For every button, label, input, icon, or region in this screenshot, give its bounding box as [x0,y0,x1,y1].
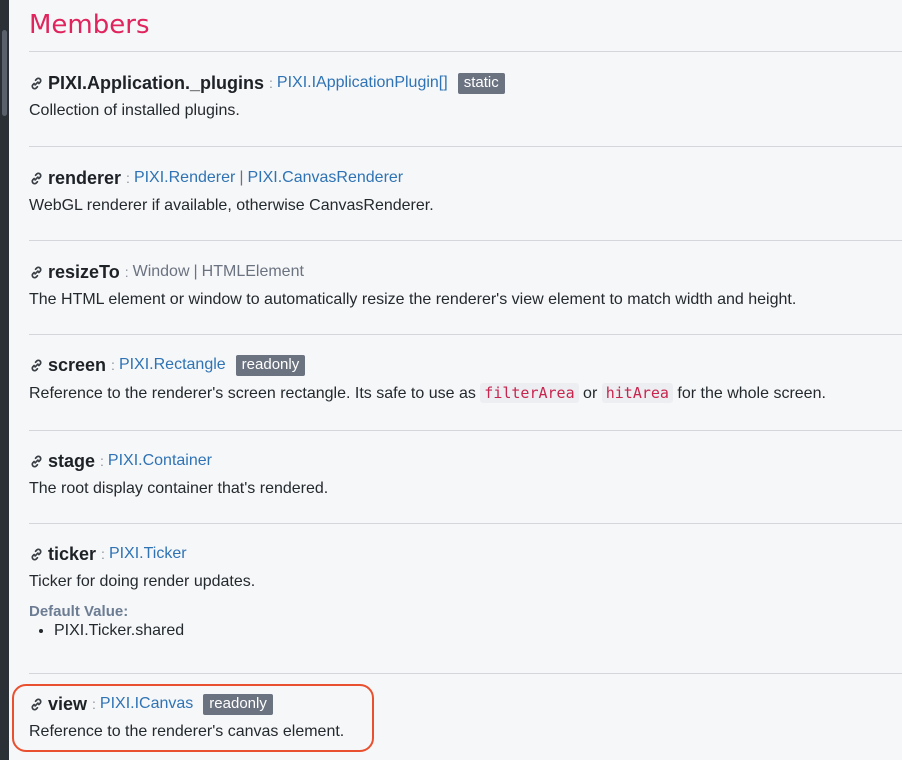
highlight-annotation [12,684,374,752]
member-name[interactable]: screen [48,355,106,376]
type-name: Window [132,263,190,280]
type-union-separator: | [239,169,244,186]
member-ticker: ticker : PIXI.Ticker Ticker for doing re… [29,541,902,640]
divider [29,51,902,52]
divider [29,523,902,524]
member-resizeto: resizeTo : Window | HTMLElement The HTML… [29,259,902,309]
type-separator: : [126,170,130,186]
link-icon[interactable] [29,76,44,91]
member-header: resizeTo : Window | HTMLElement [29,259,902,285]
link-icon[interactable] [29,265,44,280]
member-header: ticker : PIXI.Ticker [29,541,902,567]
default-value-item: PIXI.Ticker.shared [54,622,902,640]
type-separator: : [269,75,273,91]
description-text: for the whole screen. [672,385,826,402]
sidebar-scrollbar-thumb[interactable] [2,30,7,116]
member-description: The root display container that's render… [29,480,329,497]
description-text: Reference to the renderer's screen recta… [29,385,481,402]
link-icon[interactable] [29,358,44,373]
divider [29,334,902,335]
member-description: Reference to the renderer's screen recta… [29,383,902,403]
inline-code-filterarea: filterArea [480,383,579,403]
section-title: Members [29,10,150,40]
type-separator: : [101,546,105,562]
default-value-label: Default Value: [29,603,129,620]
member-header: PIXI.Application._plugins : PIXI.IApplic… [29,70,902,96]
type-separator: : [111,357,115,373]
type-link[interactable]: PIXI.Rectangle [119,356,226,374]
member-name[interactable]: resizeTo [48,262,120,283]
divider [29,673,902,674]
link-icon[interactable] [29,171,44,186]
member-name[interactable]: ticker [48,544,96,565]
divider [29,240,902,241]
sidebar-edge [0,0,9,760]
member-description: The HTML element or window to automatica… [29,291,797,308]
member-description: WebGL renderer if available, otherwise C… [29,197,434,214]
description-text: or [578,385,602,402]
type-link[interactable]: PIXI.CanvasRenderer [247,169,403,187]
divider [29,430,902,431]
type-link[interactable]: PIXI.Container [108,452,212,470]
type-union-separator: | [193,263,198,280]
type-link[interactable]: PIXI.IApplicationPlugin[] [277,74,448,92]
member-header: screen : PIXI.Rectangle readonly [29,352,902,378]
member-description: Collection of installed plugins. [29,102,240,119]
type-name: HTMLElement [201,263,304,280]
readonly-badge: readonly [235,354,306,376]
member-screen: screen : PIXI.Rectangle readonly Referen… [29,352,902,403]
member-name[interactable]: stage [48,451,95,472]
member-name[interactable]: renderer [48,168,121,189]
static-badge: static [457,72,505,94]
member-renderer: renderer : PIXI.Renderer | PIXI.CanvasRe… [29,165,902,215]
member-stage: stage : PIXI.Container The root display … [29,448,902,498]
link-icon[interactable] [29,547,44,562]
member-plugins: PIXI.Application._plugins : PIXI.IApplic… [29,70,902,120]
member-description: Ticker for doing render updates. [29,573,256,590]
type-link[interactable]: PIXI.Renderer [134,169,235,187]
type-link[interactable]: PIXI.Ticker [109,545,187,563]
link-icon[interactable] [29,454,44,469]
divider [29,146,902,147]
default-value-list: PIXI.Ticker.shared [29,622,902,640]
type-separator: : [100,453,104,469]
members-content: Members PIXI.Application._plugins : PIXI… [29,0,902,760]
member-name[interactable]: PIXI.Application._plugins [48,73,264,94]
member-header: renderer : PIXI.Renderer | PIXI.CanvasRe… [29,165,902,191]
member-header: stage : PIXI.Container [29,448,902,474]
inline-code-hitarea: hitArea [601,383,673,403]
type-separator: : [124,264,129,280]
